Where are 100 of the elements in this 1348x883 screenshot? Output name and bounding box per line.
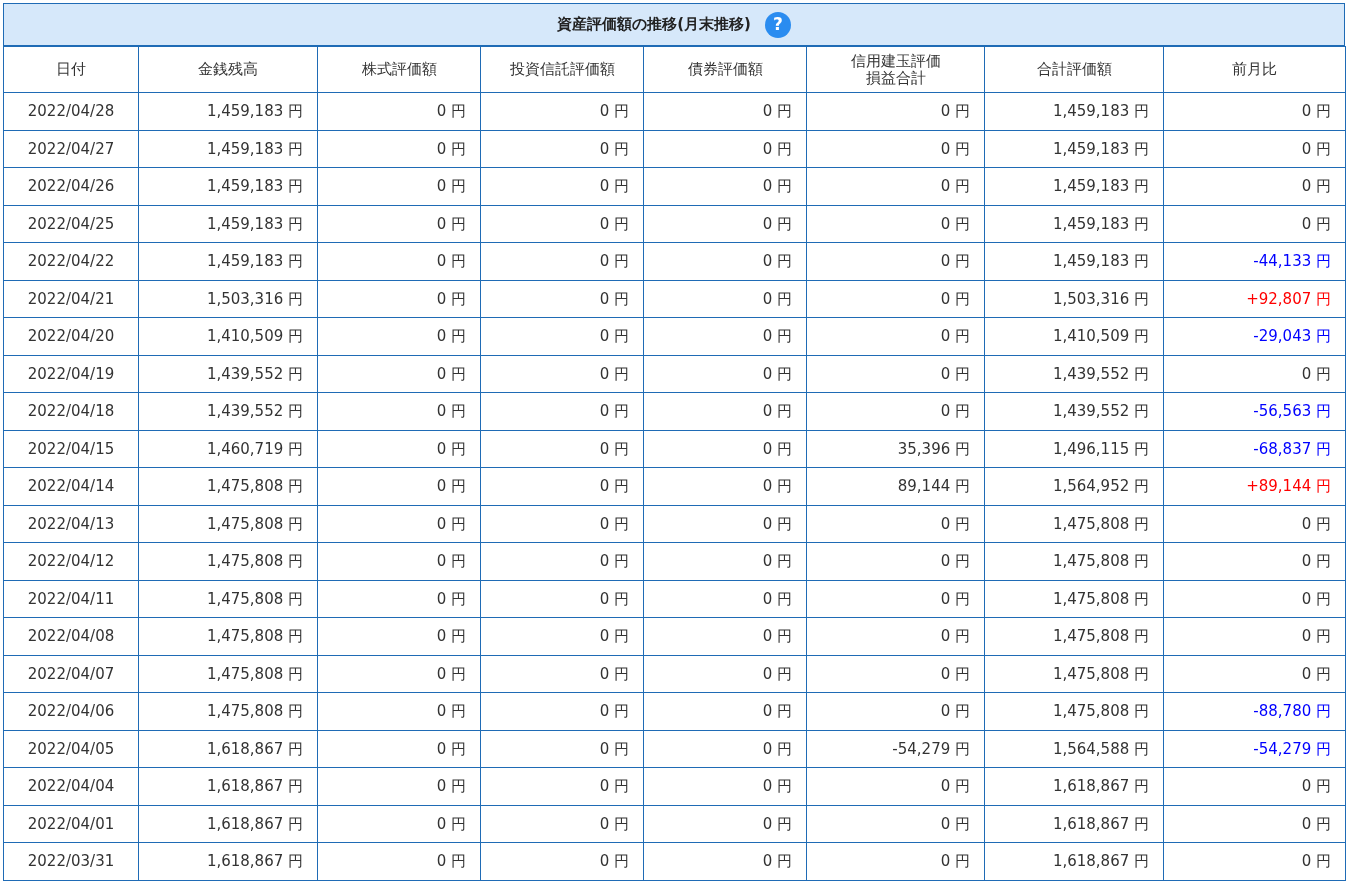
amount-cell: 0 円	[480, 242, 644, 280]
amount-cell: 1,475,808 円	[138, 542, 318, 580]
amount-cell: 1,459,183 円	[138, 92, 318, 130]
amount-cell: 0 円	[317, 317, 481, 355]
amount-cell: 0 円	[806, 242, 985, 280]
date-cell: 2022/04/05	[3, 730, 139, 768]
amount-cell: 0 円	[480, 92, 644, 130]
amount-cell: 0 円	[806, 167, 985, 205]
amount-cell: 1,459,183 円	[138, 242, 318, 280]
amount-cell: 0 円	[643, 205, 807, 243]
amount-cell: 0 円	[317, 655, 481, 693]
amount-cell: 1,564,952 円	[984, 467, 1164, 505]
change-cell: -29,043 円	[1163, 317, 1346, 355]
help-icon[interactable]: ?	[764, 11, 791, 38]
change-cell: 0 円	[1163, 805, 1346, 843]
amount-cell: 0 円	[480, 655, 644, 693]
amount-cell: 0 円	[317, 580, 481, 618]
amount-cell: 0 円	[643, 392, 807, 430]
table-title: 資産評価額の推移(月末推移)	[557, 14, 751, 36]
amount-cell: 1,618,867 円	[984, 767, 1164, 805]
amount-cell: 0 円	[806, 617, 985, 655]
amount-cell: 1,439,552 円	[984, 392, 1164, 430]
amount-cell: 0 円	[643, 805, 807, 843]
change-cell: 0 円	[1163, 167, 1346, 205]
date-cell: 2022/04/19	[3, 355, 139, 393]
amount-cell: 0 円	[480, 505, 644, 543]
amount-cell: 0 円	[480, 467, 644, 505]
amount-cell: 1,475,808 円	[138, 467, 318, 505]
change-cell: -56,563 円	[1163, 392, 1346, 430]
date-cell: 2022/04/27	[3, 130, 139, 168]
amount-cell: 1,475,808 円	[984, 617, 1164, 655]
amount-cell: 0 円	[643, 842, 807, 880]
change-cell: 0 円	[1163, 505, 1346, 543]
amount-cell: 0 円	[643, 242, 807, 280]
amount-cell: 0 円	[643, 467, 807, 505]
column-header: 前月比	[1163, 46, 1346, 93]
date-cell: 2022/04/14	[3, 467, 139, 505]
date-cell: 2022/04/07	[3, 655, 139, 693]
amount-cell: 0 円	[806, 542, 985, 580]
amount-cell: 0 円	[643, 767, 807, 805]
amount-cell: 0 円	[643, 730, 807, 768]
amount-cell: 0 円	[806, 205, 985, 243]
amount-cell: 0 円	[643, 167, 807, 205]
amount-cell: 1,475,808 円	[984, 692, 1164, 730]
amount-cell: 1,618,867 円	[138, 842, 318, 880]
amount-cell: 0 円	[317, 280, 481, 318]
change-cell: 0 円	[1163, 580, 1346, 618]
amount-cell: 0 円	[643, 617, 807, 655]
amount-cell: 1,618,867 円	[984, 842, 1164, 880]
amount-cell: 1,459,183 円	[984, 205, 1164, 243]
date-cell: 2022/04/18	[3, 392, 139, 430]
amount-cell: 1,459,183 円	[138, 205, 318, 243]
amount-cell: 0 円	[480, 580, 644, 618]
amount-cell: 1,475,808 円	[138, 580, 318, 618]
amount-cell: 89,144 円	[806, 467, 985, 505]
amount-cell: 1,459,183 円	[984, 167, 1164, 205]
date-cell: 2022/04/08	[3, 617, 139, 655]
amount-cell: 0 円	[317, 542, 481, 580]
amount-cell: 35,396 円	[806, 430, 985, 468]
change-cell: 0 円	[1163, 205, 1346, 243]
amount-cell: 0 円	[480, 167, 644, 205]
amount-cell: 0 円	[317, 842, 481, 880]
date-cell: 2022/04/04	[3, 767, 139, 805]
column-header: 日付	[3, 46, 139, 93]
change-cell: 0 円	[1163, 130, 1346, 168]
amount-cell: 0 円	[480, 280, 644, 318]
amount-cell: 1,410,509 円	[138, 317, 318, 355]
amount-cell: 0 円	[643, 130, 807, 168]
amount-cell: 0 円	[643, 430, 807, 468]
amount-cell: 0 円	[643, 280, 807, 318]
amount-cell: 0 円	[317, 692, 481, 730]
amount-cell: 0 円	[643, 92, 807, 130]
amount-cell: 1,460,719 円	[138, 430, 318, 468]
amount-cell: 0 円	[643, 542, 807, 580]
amount-cell: 0 円	[480, 130, 644, 168]
change-cell: 0 円	[1163, 355, 1346, 393]
amount-cell: 0 円	[643, 317, 807, 355]
amount-cell: 0 円	[480, 617, 644, 655]
date-cell: 2022/04/06	[3, 692, 139, 730]
date-cell: 2022/04/21	[3, 280, 139, 318]
amount-cell: 0 円	[480, 205, 644, 243]
date-cell: 2022/04/25	[3, 205, 139, 243]
amount-cell: 1,496,115 円	[984, 430, 1164, 468]
column-header: 株式評価額	[317, 46, 481, 93]
amount-cell: 0 円	[480, 430, 644, 468]
amount-cell: 1,475,808 円	[138, 505, 318, 543]
amount-cell: 1,459,183 円	[138, 130, 318, 168]
amount-cell: 0 円	[480, 355, 644, 393]
change-cell: 0 円	[1163, 842, 1346, 880]
amount-cell: 0 円	[317, 430, 481, 468]
amount-cell: 0 円	[806, 130, 985, 168]
amount-cell: 0 円	[480, 767, 644, 805]
amount-cell: 1,475,808 円	[984, 580, 1164, 618]
amount-cell: 0 円	[480, 730, 644, 768]
amount-cell: 1,475,808 円	[138, 655, 318, 693]
amount-cell: 0 円	[480, 805, 644, 843]
amount-cell: 0 円	[806, 280, 985, 318]
amount-cell: 1,459,183 円	[984, 130, 1164, 168]
amount-cell: 0 円	[806, 505, 985, 543]
amount-cell: 1,475,808 円	[984, 505, 1164, 543]
